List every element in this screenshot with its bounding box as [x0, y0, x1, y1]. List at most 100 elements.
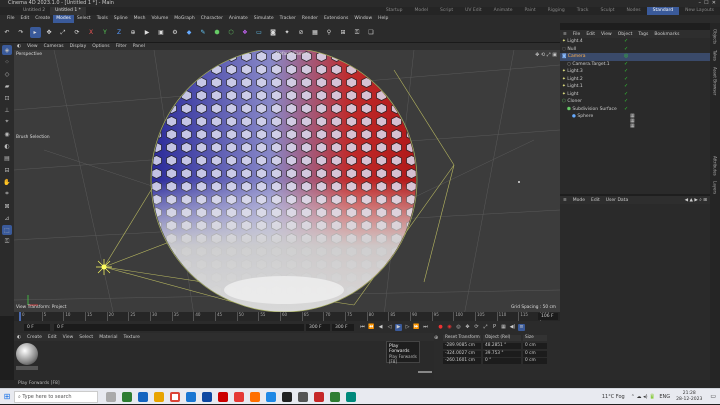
sound-icon[interactable]: ◀)	[509, 324, 516, 331]
render-view-icon[interactable]: ▶	[142, 27, 153, 38]
texture-mode-icon[interactable]: ▤	[2, 153, 12, 163]
subdivision-icon[interactable]: ⬢	[212, 27, 223, 38]
rotation-key-icon[interactable]: ⟳	[473, 324, 480, 331]
doc-tab-untitled-1[interactable]: Untitled 1 *	[50, 7, 86, 15]
move-tool-icon[interactable]: ✥	[44, 27, 55, 38]
viewport[interactable]: Perspective Default Camera Brush Selecti…	[14, 50, 560, 316]
menu-file[interactable]: File	[4, 15, 18, 23]
menu-simulate[interactable]: Simulate	[251, 15, 277, 23]
select-tool-icon[interactable]: ▸	[29, 27, 41, 38]
app-icon-4[interactable]	[346, 391, 356, 402]
solo-icon[interactable]: ◐	[2, 141, 12, 151]
brush-selection-icon[interactable]: ⬚	[2, 225, 12, 235]
layout-sculpt[interactable]: Sculpt	[594, 7, 620, 15]
mat-menu-texture[interactable]: Texture	[120, 334, 142, 341]
mat-menu-select[interactable]: Select	[76, 334, 96, 341]
previous-key-icon[interactable]: ⏪	[368, 324, 375, 331]
obj-menu-file[interactable]: File	[570, 31, 584, 38]
side-tab-layers[interactable]: Layers	[713, 181, 718, 194]
snap-icon[interactable]: ⚲	[324, 27, 335, 38]
obj-menu-bookmarks[interactable]: Bookmarks	[651, 31, 682, 38]
list-item[interactable]: ✦ Light.4 ✓	[560, 38, 710, 46]
excel-icon[interactable]	[330, 391, 340, 402]
layout-paint[interactable]: Paint	[518, 7, 541, 15]
layout-nodes[interactable]: Nodes	[621, 7, 647, 15]
list-item[interactable]: ✦ Light ✓	[560, 91, 710, 99]
mat-menu-material[interactable]: Material	[96, 334, 120, 341]
locks-icon[interactable]: ⚿	[352, 27, 363, 38]
light-gizmo[interactable]	[96, 259, 112, 275]
keyframe-selection-icon[interactable]: ◎	[455, 324, 462, 331]
list-item[interactable]: ✦ Light.3 ✓	[560, 68, 710, 76]
obj-menu-tags[interactable]: Tags	[635, 31, 651, 38]
z-axis-icon[interactable]: Z	[114, 27, 125, 38]
uv-mode-icon[interactable]: ⊡	[2, 93, 12, 103]
frame-right-field[interactable]: 106 F	[538, 313, 558, 320]
edge-icon[interactable]	[138, 391, 148, 402]
obj-nav-icon[interactable]: ≡	[560, 31, 570, 38]
size-x-field[interactable]: 0 cm	[523, 343, 547, 349]
snapping-icon[interactable]: ⌗	[2, 189, 12, 199]
pla-key-icon[interactable]: ▦	[500, 324, 507, 331]
cloner-icon[interactable]: ⬡	[226, 27, 237, 38]
menu-tracker[interactable]: Tracker	[277, 15, 299, 23]
weather-label[interactable]: 11°C Fog	[602, 394, 625, 400]
list-item[interactable]: ✦ Light.2 ✓	[560, 76, 710, 84]
menu-character[interactable]: Character	[198, 15, 226, 23]
menu-spline[interactable]: Spline	[111, 15, 131, 23]
vp-menu-options[interactable]: Options	[89, 43, 112, 50]
list-item[interactable]: ◌ Null ✓	[560, 46, 710, 54]
side-tab-objects[interactable]: Objects	[713, 29, 718, 44]
param-key-icon[interactable]: P	[491, 324, 498, 331]
mat-menu-view[interactable]: View	[60, 334, 77, 341]
list-item[interactable]: ⬢ Subdivision Surface ✓	[560, 106, 710, 114]
layout-startup[interactable]: Startup	[380, 7, 409, 15]
viewport-nav-icons[interactable]: ✥ ⟲ ⤢ ▣	[535, 52, 557, 58]
tray-icons[interactable]: ⌃ ☁ ◂) 🔋	[631, 394, 656, 400]
current-frame-field[interactable]: 0 F	[24, 323, 50, 331]
list-item[interactable]: ● Sphere ▦ ▦ ▦	[560, 113, 710, 129]
timeline-ruler[interactable]: 0 5 10 15 20 25 30 35 40 45 50 55 60 65 70 75 80 85 90 95 10…	[14, 312, 560, 321]
vp-menu-panel[interactable]: Panel	[130, 43, 148, 50]
attr-menu-edit[interactable]: Edit	[588, 197, 603, 204]
points-mode-icon[interactable]: ⁘	[2, 57, 12, 67]
app-icon-2[interactable]	[298, 391, 308, 402]
obj-menu-view[interactable]: View	[598, 31, 615, 38]
illustrator-icon[interactable]	[250, 391, 260, 402]
render-picture-viewer-icon[interactable]: ▣	[156, 27, 167, 38]
size-z-field[interactable]: 0 cm	[523, 358, 547, 364]
y-axis-icon[interactable]: Y	[100, 27, 111, 38]
clock[interactable]: 21:28 28-12-2023	[676, 391, 702, 403]
next-frame-icon[interactable]: ▷	[404, 324, 411, 331]
obj-menu-edit[interactable]: Edit	[583, 31, 598, 38]
vp-menu-cameras[interactable]: Cameras	[41, 43, 67, 50]
preview-end-field[interactable]: 300 F	[332, 323, 354, 331]
layout-script[interactable]: Script	[434, 7, 459, 15]
polygons-mode-icon[interactable]: ▰	[2, 81, 12, 91]
list-item[interactable]: ✦ Light.1 ✓	[560, 83, 710, 91]
menu-mesh[interactable]: Mesh	[131, 15, 149, 23]
coord-mode-select[interactable]: Object (Rel)	[483, 334, 521, 341]
menu-edit[interactable]: Edit	[18, 15, 33, 23]
layout-track[interactable]: Track	[571, 7, 595, 15]
menu-mograph[interactable]: MoGraph	[171, 15, 197, 23]
menu-create[interactable]: Create	[32, 15, 53, 23]
size-mode-select[interactable]: Size	[523, 334, 547, 341]
file-explorer-icon[interactable]	[154, 391, 164, 402]
pen-icon[interactable]: ✎	[198, 27, 209, 38]
rotate-tool-icon[interactable]: ⟳	[72, 27, 83, 38]
side-tab-takes[interactable]: Takes	[713, 50, 718, 61]
render-settings-icon[interactable]: ⚙	[170, 27, 181, 38]
attr-menu-user-data[interactable]: User Data	[603, 197, 631, 204]
attr-nav-arrows-icon[interactable]: ◀ ▲ ▶ ⌕ ⊞	[682, 197, 710, 204]
camera-icon[interactable]: ◙	[268, 27, 279, 38]
sphere-object[interactable]	[150, 50, 418, 313]
layout-uv-edit[interactable]: UV Edit	[459, 7, 488, 15]
taskbar-search-box[interactable]: ⌕ Type here to search	[14, 390, 98, 403]
play-backwards-icon[interactable]: ◁	[386, 324, 393, 331]
photoshop-icon[interactable]	[266, 391, 276, 402]
scale-key-icon[interactable]: ⤢	[482, 324, 489, 331]
coordinate-system-icon[interactable]: ⊕	[128, 27, 139, 38]
position-x-field[interactable]: -289.9085 cm	[443, 343, 481, 349]
timeline-options-icon[interactable]: ≡	[518, 323, 525, 331]
